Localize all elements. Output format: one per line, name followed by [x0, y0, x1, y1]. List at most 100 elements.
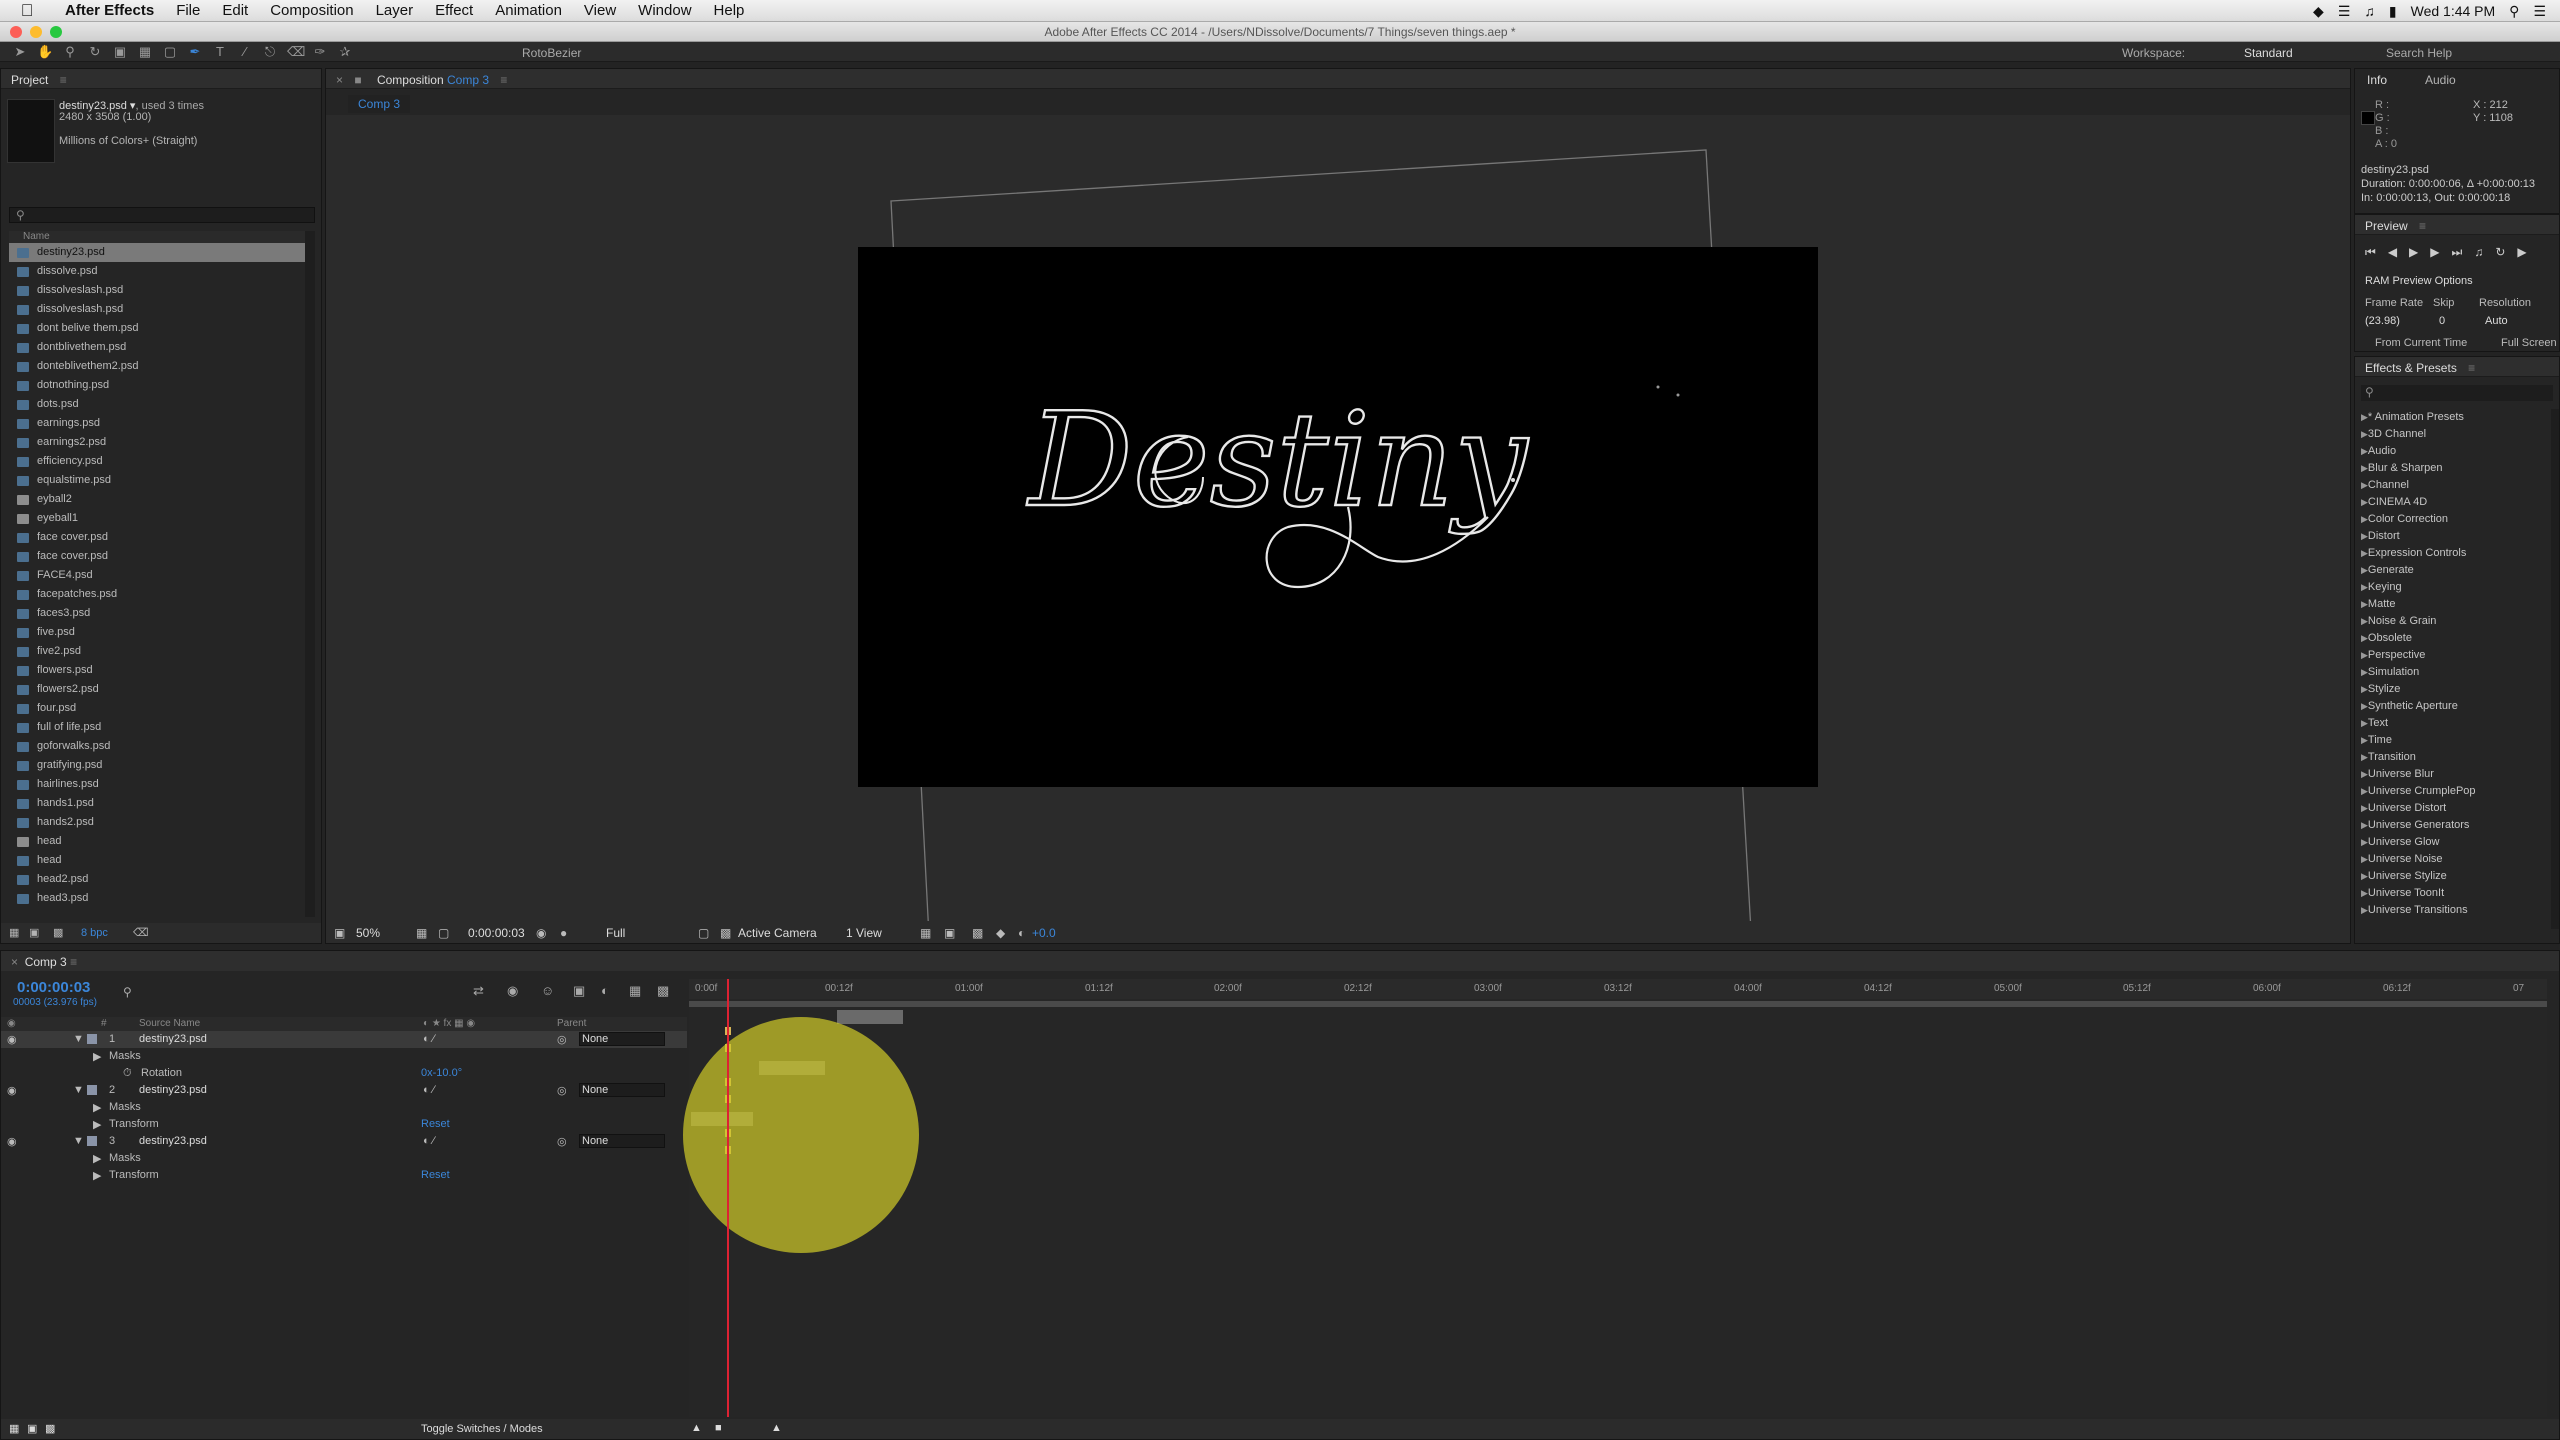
- wifi-icon[interactable]: ☰: [2338, 3, 2351, 20]
- layer-name[interactable]: destiny23.psd: [139, 1135, 207, 1147]
- grid-icon[interactable]: ▦: [416, 926, 427, 940]
- bit-depth-button[interactable]: 8 bpc: [81, 927, 108, 939]
- exposure-icon[interactable]: ◐: [1018, 926, 1025, 940]
- trash-icon[interactable]: ⌫: [133, 926, 149, 939]
- ram-preview-icon[interactable]: ▶: [2517, 245, 2526, 260]
- new-folder-icon[interactable]: ▣: [29, 926, 39, 939]
- layer-switches[interactable]: ◐ ∕: [423, 1033, 435, 1045]
- effect-category[interactable]: 3D Channel: [2361, 426, 2547, 443]
- effect-category[interactable]: Blur & Sharpen: [2361, 460, 2547, 477]
- resolution-select[interactable]: Full: [606, 926, 625, 940]
- property-row[interactable]: ▶ Transform Reset: [1, 1116, 687, 1133]
- project-item[interactable]: head: [9, 851, 305, 870]
- flowchart-icon[interactable]: ◆: [996, 926, 1005, 940]
- effect-category[interactable]: CINEMA 4D: [2361, 494, 2547, 511]
- timeline-tab[interactable]: Comp 3: [25, 955, 67, 969]
- composition-viewer[interactable]: Destiny: [326, 115, 2350, 921]
- project-item[interactable]: FACE4.psd: [9, 566, 305, 585]
- effect-category[interactable]: Universe Stylize: [2361, 868, 2547, 885]
- layer-name[interactable]: destiny23.psd: [139, 1084, 207, 1096]
- twirl-icon[interactable]: ▼: [73, 1033, 84, 1045]
- project-item[interactable]: facepatches.psd: [9, 585, 305, 604]
- search-icon[interactable]: ⚲: [123, 985, 132, 999]
- time-ruler[interactable]: 0:00f 00:12f 01:00f 01:12f 02:00f 02:12f 03:00…: [689, 979, 2547, 999]
- dropbox-icon[interactable]: ◆: [2313, 3, 2324, 20]
- skip-select[interactable]: 0: [2439, 315, 2445, 327]
- effect-category[interactable]: Distort: [2361, 528, 2547, 545]
- hand-tool-icon[interactable]: ✋: [37, 44, 53, 60]
- parent-pickwhip-icon[interactable]: ◎: [557, 1033, 567, 1046]
- menu-after-effects[interactable]: After Effects: [54, 2, 165, 19]
- effect-category[interactable]: Keying: [2361, 579, 2547, 596]
- parent-select[interactable]: None: [579, 1083, 665, 1097]
- parent-pickwhip-icon[interactable]: ◎: [557, 1084, 567, 1097]
- effect-category[interactable]: Universe Noise: [2361, 851, 2547, 868]
- project-item[interactable]: hands2.psd: [9, 813, 305, 832]
- project-item[interactable]: eyball2: [9, 490, 305, 509]
- layer-row[interactable]: ◉ ▼ 1 destiny23.psd ◐ ∕ ◎ None: [1, 1031, 687, 1048]
- fast-previews-icon[interactable]: ▣: [944, 926, 955, 940]
- effect-category[interactable]: Synthetic Aperture: [2361, 698, 2547, 715]
- play-icon[interactable]: ▶: [2409, 245, 2418, 260]
- property-row[interactable]: ⏱ Rotation 0x-10.0°: [1, 1065, 687, 1082]
- effect-category[interactable]: Matte: [2361, 596, 2547, 613]
- effect-category[interactable]: Universe CrumplePop: [2361, 783, 2547, 800]
- parent-header[interactable]: Parent: [557, 1018, 586, 1029]
- effect-category[interactable]: Expression Controls: [2361, 545, 2547, 562]
- effect-category[interactable]: Color Correction: [2361, 511, 2547, 528]
- project-item[interactable]: head2.psd: [9, 870, 305, 889]
- timeline-icon[interactable]: ▩: [972, 926, 983, 940]
- project-item[interactable]: equalstime.psd: [9, 471, 305, 490]
- project-item[interactable]: goforwalks.psd: [9, 737, 305, 756]
- parent-select[interactable]: None: [579, 1134, 665, 1148]
- source-name-header[interactable]: Source Name: [139, 1018, 200, 1029]
- frame-rate-select[interactable]: (23.98): [2365, 315, 2400, 327]
- rotobezier-label[interactable]: RotoBezier: [522, 46, 581, 60]
- layer-row[interactable]: ◉ ▼ 3 destiny23.psd ◐ ∕ ◎ None: [1, 1133, 687, 1150]
- shy-layers-icon[interactable]: ☺: [541, 983, 554, 998]
- property-row[interactable]: ▶ Transform Reset: [1, 1167, 687, 1184]
- project-item[interactable]: dots.psd: [9, 395, 305, 414]
- project-item[interactable]: earnings.psd: [9, 414, 305, 433]
- project-item[interactable]: flowers.psd: [9, 661, 305, 680]
- effect-category[interactable]: Universe Transitions: [2361, 902, 2547, 919]
- close-tab-icon[interactable]: ×: [336, 73, 343, 87]
- motion-blur-icon[interactable]: ◐: [601, 983, 609, 998]
- project-item[interactable]: face cover.psd: [9, 547, 305, 566]
- effect-category[interactable]: Obsolete: [2361, 630, 2547, 647]
- layer-name[interactable]: destiny23.psd: [139, 1033, 207, 1045]
- effect-category[interactable]: Universe Glow: [2361, 834, 2547, 851]
- menu-effect[interactable]: Effect: [424, 2, 484, 19]
- twirl-icon[interactable]: ▼: [73, 1135, 84, 1147]
- zoom-slider[interactable]: ■: [715, 1422, 722, 1434]
- property-row[interactable]: ▶ Masks: [1, 1150, 687, 1167]
- menu-edit[interactable]: Edit: [211, 2, 259, 19]
- project-item[interactable]: dissolve.psd: [9, 262, 305, 281]
- label-color-box[interactable]: [87, 1034, 97, 1044]
- parent-pickwhip-icon[interactable]: ◎: [557, 1135, 567, 1148]
- project-item[interactable]: hairlines.psd: [9, 775, 305, 794]
- tab-audio[interactable]: Audio: [2425, 73, 2456, 87]
- last-frame-icon[interactable]: ⏭: [2452, 245, 2463, 260]
- project-scrollbar[interactable]: [305, 231, 315, 917]
- view-layout-select[interactable]: 1 View: [846, 926, 882, 940]
- effect-category[interactable]: Universe ToonIt: [2361, 885, 2547, 902]
- effect-category[interactable]: Noise & Grain: [2361, 613, 2547, 630]
- battery-icon[interactable]: ▮: [2389, 3, 2397, 20]
- resolution-select[interactable]: Auto: [2485, 315, 2508, 327]
- roto-brush-tool-icon[interactable]: ✑: [312, 44, 328, 60]
- panel-menu-icon[interactable]: ≡: [60, 73, 67, 87]
- eye-icon[interactable]: ◉: [7, 1033, 17, 1046]
- selection-tool-icon[interactable]: ➤: [12, 44, 28, 60]
- menu-file[interactable]: File: [165, 2, 211, 19]
- rotation-value[interactable]: 0x-10.0°: [421, 1067, 462, 1079]
- effect-category[interactable]: Generate: [2361, 562, 2547, 579]
- menu-composition[interactable]: Composition: [259, 2, 364, 19]
- layer-row[interactable]: ◉ ▼ 2 destiny23.psd ◐ ∕ ◎ None: [1, 1082, 687, 1099]
- current-time-display[interactable]: 0:00:00:03: [468, 926, 525, 940]
- effect-category[interactable]: Simulation: [2361, 664, 2547, 681]
- project-item[interactable]: flowers2.psd: [9, 680, 305, 699]
- reset-link[interactable]: Reset: [421, 1118, 450, 1130]
- effect-category[interactable]: Transition: [2361, 749, 2547, 766]
- frame-blending-icon[interactable]: ▣: [573, 983, 585, 999]
